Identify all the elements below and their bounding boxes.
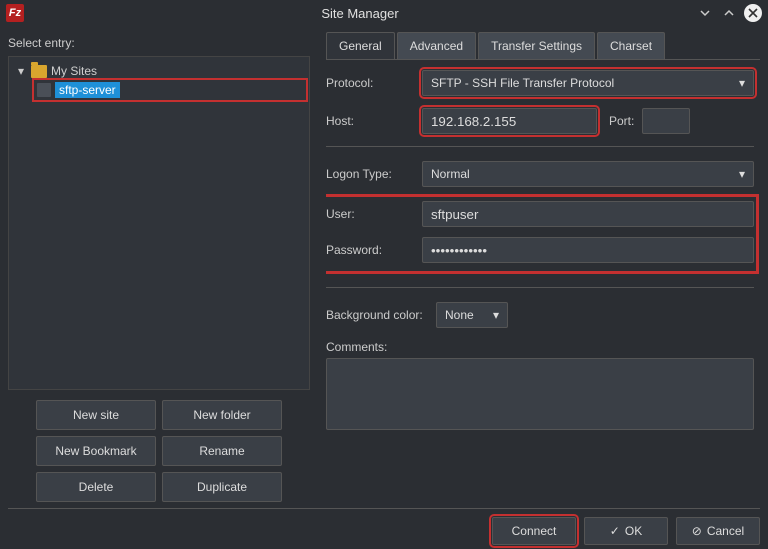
user-input[interactable] (422, 201, 754, 227)
divider (326, 146, 754, 147)
comments-textarea[interactable] (326, 358, 754, 430)
caret-down-icon[interactable]: ▾ (15, 64, 27, 78)
comments-label: Comments: (326, 340, 754, 354)
folder-icon (31, 65, 47, 78)
new-folder-button[interactable]: New folder (162, 400, 282, 430)
host-label: Host: (326, 114, 422, 128)
background-color-label: Background color: (326, 308, 436, 322)
user-label: User: (326, 207, 422, 221)
cancel-icon: ⊘ (692, 524, 702, 538)
app-icon: Fz (6, 4, 24, 22)
chevron-down-icon: ▾ (493, 308, 499, 322)
tab-transfer-settings[interactable]: Transfer Settings (478, 32, 595, 59)
port-label: Port: (609, 114, 634, 128)
chevron-down-icon: ▾ (739, 167, 745, 181)
server-icon (37, 83, 51, 97)
new-bookmark-button[interactable]: New Bookmark (36, 436, 156, 466)
tree-site-label: sftp-server (55, 82, 120, 98)
tab-bar: General Advanced Transfer Settings Chars… (326, 32, 760, 60)
tab-general[interactable]: General (326, 32, 395, 59)
host-input[interactable] (422, 108, 597, 134)
delete-button[interactable]: Delete (36, 472, 156, 502)
dialog-footer: Connect ✓ OK ⊘ Cancel (8, 508, 760, 545)
tree-site-row[interactable]: sftp-server (35, 81, 305, 99)
background-color-value: None (445, 308, 474, 322)
titlebar: Fz Site Manager (0, 0, 768, 26)
divider (326, 287, 754, 288)
tree-root-label: My Sites (51, 64, 97, 78)
close-icon[interactable] (744, 4, 762, 22)
tree-root-row[interactable]: ▾ My Sites (13, 63, 305, 79)
site-tree[interactable]: ▾ My Sites sftp-server (8, 56, 310, 390)
new-site-button[interactable]: New site (36, 400, 156, 430)
ok-button[interactable]: ✓ OK (584, 517, 668, 545)
tab-charset[interactable]: Charset (597, 32, 665, 59)
logon-type-select[interactable]: Normal ▾ (422, 161, 754, 187)
duplicate-button[interactable]: Duplicate (162, 472, 282, 502)
chevron-up-icon[interactable] (720, 4, 738, 22)
logon-type-label: Logon Type: (326, 167, 422, 181)
rename-button[interactable]: Rename (162, 436, 282, 466)
port-input[interactable] (642, 108, 690, 134)
logon-type-value: Normal (431, 167, 470, 181)
password-input[interactable] (422, 237, 754, 263)
select-entry-label: Select entry: (8, 36, 310, 50)
check-icon: ✓ (610, 524, 620, 538)
window-title: Site Manager (24, 6, 696, 21)
protocol-value: SFTP - SSH File Transfer Protocol (431, 76, 614, 90)
connect-button[interactable]: Connect (492, 517, 576, 545)
background-color-select[interactable]: None ▾ (436, 302, 508, 328)
protocol-select[interactable]: SFTP - SSH File Transfer Protocol ▾ (422, 70, 754, 96)
chevron-down-icon[interactable] (696, 4, 714, 22)
protocol-label: Protocol: (326, 76, 422, 90)
password-label: Password: (326, 243, 422, 257)
tab-advanced[interactable]: Advanced (397, 32, 476, 59)
chevron-down-icon: ▾ (739, 76, 745, 90)
cancel-button[interactable]: ⊘ Cancel (676, 517, 760, 545)
